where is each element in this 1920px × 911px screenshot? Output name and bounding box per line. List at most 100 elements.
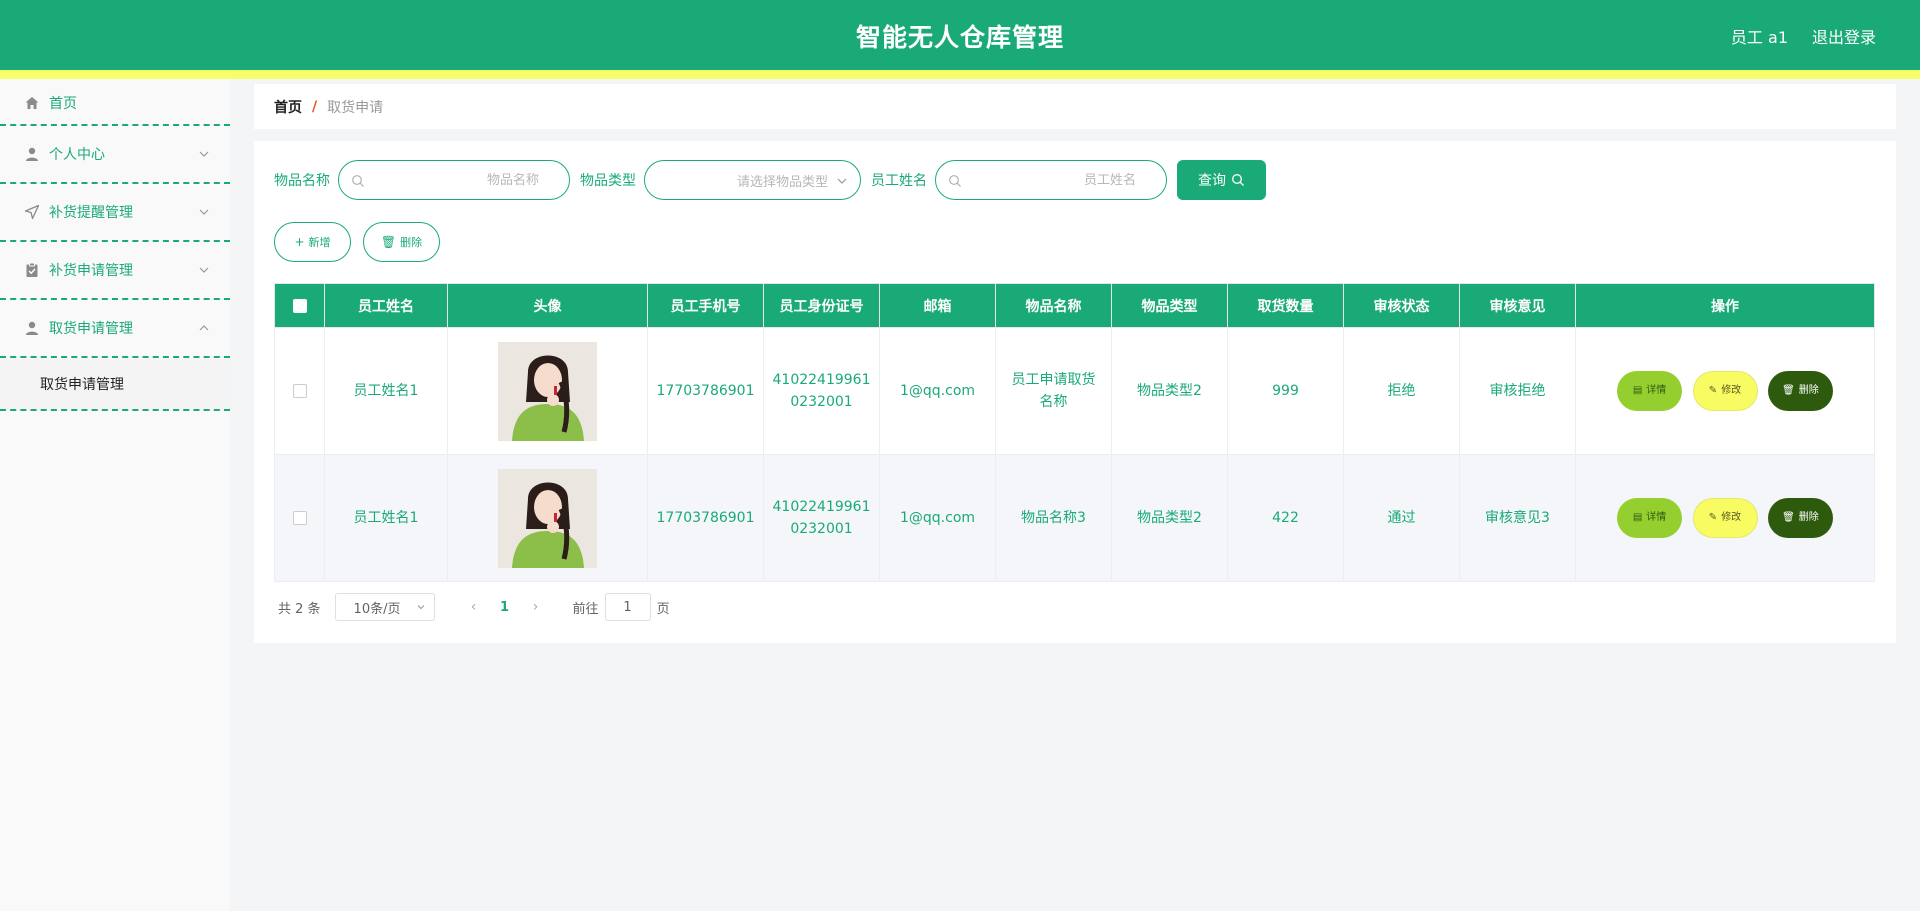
plus-icon: + — [294, 235, 305, 249]
trash-icon: 🗑 — [1782, 385, 1795, 396]
detail-button-label: 详情 — [1646, 512, 1667, 523]
goto-label: 前往 — [572, 601, 599, 617]
sidebar-item-label: 个人中心 — [49, 147, 105, 163]
sidebar-item-restock-application[interactable]: 补货申请管理 — [0, 242, 230, 300]
pagination: 共 2 条 10条/页 ‹ 1 › 前往 页 — [278, 593, 670, 621]
sidebar-item-restock-reminder[interactable]: 补货提醒管理 — [0, 184, 230, 242]
edit-icon: ✎ — [1708, 385, 1718, 396]
document-icon: ▤ — [1632, 512, 1643, 523]
id-number-line: 41022419961 — [772, 372, 871, 388]
avatar — [498, 468, 597, 568]
edit-icon: ✎ — [1708, 512, 1718, 523]
id-number-line: 0232001 — [790, 394, 853, 410]
employee-name-cell: 员工姓名1 — [324, 454, 448, 582]
detail-button[interactable]: ▤ 详情 — [1617, 498, 1683, 538]
operations-cell: ▤ 详情 ✎ 修改 🗑 删除 — [1575, 454, 1875, 582]
delete-button[interactable]: 🗑 删除 — [1767, 371, 1833, 411]
sidebar-item-label: 首页 — [49, 95, 77, 112]
chevron-left-icon[interactable]: ‹ — [459, 599, 489, 615]
item-type-cell: 物品类型2 — [1111, 327, 1228, 455]
item-type-cell: 物品类型2 — [1111, 454, 1228, 582]
column-header: 头像 — [447, 283, 648, 328]
breadcrumb: 首页 / 取货申请 — [254, 84, 1896, 129]
sidebar-item-personal-center[interactable]: 个人中心 — [0, 126, 230, 184]
item-name-line: 名称 — [1039, 394, 1068, 410]
batch-delete-button[interactable]: 🗑 删除 — [363, 222, 440, 262]
batch-delete-button-label: 删除 — [400, 236, 423, 249]
select-all-checkbox[interactable] — [292, 298, 307, 313]
id-number-line: 41022419961 — [772, 499, 871, 515]
email-cell: 1@qq.com — [879, 454, 996, 582]
detail-button-label: 详情 — [1646, 385, 1667, 396]
page-size-value: 10条/页 — [353, 601, 401, 617]
chevron-down-icon — [417, 605, 424, 610]
column-header: 物品类型 — [1111, 283, 1228, 328]
sidebar: 首页 个人中心 补货提醒管理 补货申请管理 取货申请管理 取货申请管理 — [0, 79, 230, 911]
column-header: 审核状态 — [1343, 283, 1460, 328]
breadcrumb-current: 取货申请 — [327, 99, 384, 116]
search-icon — [352, 175, 364, 187]
goto-unit: 页 — [656, 601, 670, 617]
filter-bar: 物品名称 物品类型 请选择物品类型 员工姓名 查询 — [274, 160, 1266, 200]
action-bar: + 新增 🗑 删除 — [274, 222, 452, 262]
sidebar-item-pickup-application[interactable]: 取货申请管理 — [0, 300, 230, 358]
chevron-right-icon[interactable]: › — [521, 599, 551, 615]
trash-icon: 🗑 — [1782, 512, 1795, 523]
pickup-application-table: 员工姓名 头像 员工手机号 员工身份证号 邮箱 物品名称 物品类型 取货数量 审… — [274, 283, 1875, 582]
user-icon — [24, 146, 40, 162]
edit-button-label: 修改 — [1721, 385, 1742, 396]
goto-page-input[interactable] — [604, 593, 651, 621]
chevron-down-icon — [199, 267, 209, 273]
id-number-line: 0232001 — [790, 521, 853, 537]
delete-button[interactable]: 🗑 删除 — [1767, 498, 1833, 538]
main-panel: 物品名称 物品类型 请选择物品类型 员工姓名 查询 + 新增 🗑 删除 — [254, 141, 1896, 643]
quantity-cell: 999 — [1227, 327, 1344, 455]
search-button-label: 查询 — [1198, 172, 1226, 188]
select-all-cell — [274, 283, 325, 328]
row-checkbox[interactable] — [292, 384, 307, 398]
row-select-cell — [274, 327, 325, 455]
delete-button-label: 删除 — [1798, 385, 1819, 396]
chevron-down-icon — [837, 178, 847, 184]
breadcrumb-home[interactable]: 首页 — [274, 97, 302, 117]
edit-button[interactable]: ✎ 修改 — [1692, 498, 1758, 538]
sidebar-subitem-pickup-application-management[interactable]: 取货申请管理 — [0, 358, 230, 411]
search-button[interactable]: 查询 — [1177, 160, 1266, 200]
item-type-select[interactable]: 请选择物品类型 — [644, 160, 861, 200]
sidebar-item-label: 取货申请管理 — [49, 321, 133, 337]
column-header: 员工姓名 — [324, 283, 448, 328]
sidebar-item-home[interactable]: 首页 — [0, 79, 230, 126]
page-number[interactable]: 1 — [489, 600, 521, 615]
item-name-filter-input[interactable] — [339, 172, 569, 188]
send-icon — [24, 204, 40, 220]
edit-button[interactable]: ✎ 修改 — [1692, 371, 1758, 411]
column-header: 取货数量 — [1227, 283, 1344, 328]
page-size-select[interactable]: 10条/页 — [334, 593, 435, 621]
employee-name-filter-label: 员工姓名 — [871, 173, 927, 189]
row-checkbox[interactable] — [292, 511, 307, 525]
breadcrumb-separator: / — [312, 98, 318, 115]
opinion-cell: 审核意见3 — [1459, 454, 1576, 582]
status-cell: 通过 — [1343, 454, 1460, 582]
add-button[interactable]: + 新增 — [274, 222, 351, 262]
item-name-line: 员工申请取货 — [1011, 372, 1096, 388]
table-row: 员工姓名1 17703786901 41022419961 0232001 1@… — [274, 327, 1875, 455]
app-title: 智能无人仓库管理 — [855, 23, 1064, 52]
chevron-down-icon — [199, 151, 209, 157]
column-header: 物品名称 — [995, 283, 1112, 328]
column-header: 员工身份证号 — [763, 283, 880, 328]
header-accent-stripe — [0, 70, 1920, 79]
logout-link[interactable]: 退出登录 — [1812, 24, 1876, 48]
id-number-cell: 41022419961 0232001 — [763, 327, 880, 455]
column-header: 操作 — [1575, 283, 1875, 328]
employee-name-filter-input[interactable] — [936, 172, 1166, 188]
status-cell: 拒绝 — [1343, 327, 1460, 455]
pagination-total: 共 2 条 — [278, 601, 321, 617]
id-number-cell: 41022419961 0232001 — [763, 454, 880, 582]
edit-button-label: 修改 — [1721, 512, 1742, 523]
row-select-cell — [274, 454, 325, 582]
detail-button[interactable]: ▤ 详情 — [1617, 371, 1683, 411]
item-name-filter-box — [338, 160, 570, 200]
employee-name-filter-box — [935, 160, 1167, 200]
sidebar-item-label: 补货申请管理 — [49, 263, 133, 279]
